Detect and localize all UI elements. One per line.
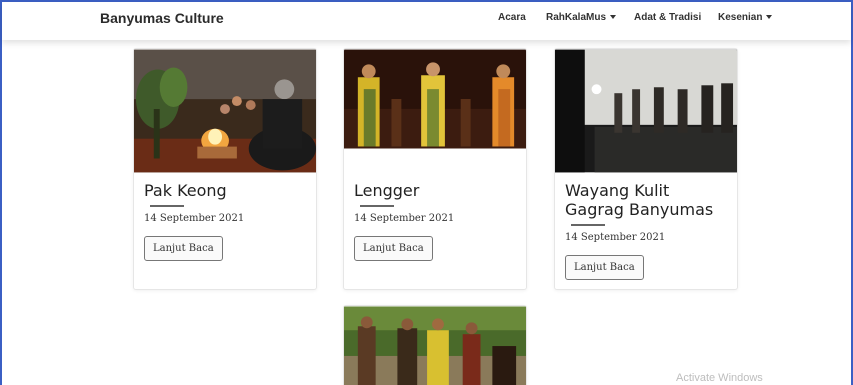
card-image-wayang[interactable] [555, 49, 737, 173]
nav-adat-tradisi[interactable]: Adat & Tradisi [634, 12, 701, 23]
card-title[interactable]: Wayang Kulit Gagrag Banyumas [565, 181, 733, 219]
chevron-down-icon [766, 15, 773, 20]
article-card [343, 305, 527, 385]
card-image-dancers[interactable] [344, 49, 526, 149]
nav-kesenian-label: Kesenian [718, 12, 763, 23]
title-divider [360, 205, 394, 207]
read-more-button[interactable]: Lanjut Baca [144, 236, 223, 261]
article-card: Wayang Kulit Gagrag Banyumas 14 Septembe… [554, 48, 738, 290]
card-title[interactable]: Lengger [354, 181, 419, 200]
nav-rahkalamus-label: RahKalaMus [546, 12, 607, 23]
nav-rahkalamus[interactable]: RahKalaMus [546, 12, 617, 23]
article-card: Lengger 14 September 2021 Lanjut Baca [343, 48, 527, 290]
activate-windows-watermark: Activate Windows [676, 372, 763, 384]
card-date: 14 September 2021 [565, 232, 666, 243]
chevron-down-icon [610, 15, 617, 20]
title-divider [150, 205, 184, 207]
title-divider [571, 224, 605, 226]
navbar: Banyumas Culture Acara RahKalaMus Adat &… [2, 2, 851, 40]
article-card: Pak Keong 14 September 2021 Lanjut Baca [133, 48, 317, 290]
nav-acara[interactable]: Acara [498, 12, 526, 23]
card-title[interactable]: Pak Keong [144, 181, 227, 200]
card-image-performance[interactable] [344, 306, 526, 385]
brand-logo[interactable]: Banyumas Culture [100, 10, 224, 26]
card-date: 14 September 2021 [354, 213, 455, 224]
card-date: 14 September 2021 [144, 213, 245, 224]
nav-kesenian[interactable]: Kesenian [718, 12, 773, 23]
read-more-button[interactable]: Lanjut Baca [354, 236, 433, 261]
card-image-ritual[interactable] [134, 49, 316, 173]
read-more-button[interactable]: Lanjut Baca [565, 255, 644, 280]
